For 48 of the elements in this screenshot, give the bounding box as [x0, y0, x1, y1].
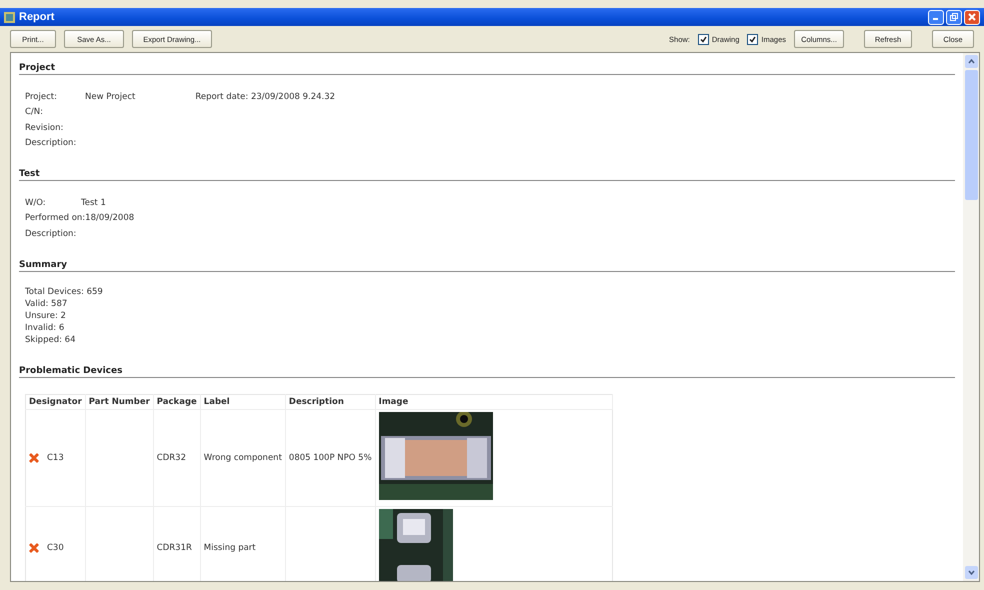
column-header: Part Number [85, 394, 154, 409]
table-cell: C30 [47, 542, 64, 552]
column-header: Designator [26, 394, 86, 409]
summary-line: Valid: 587 [25, 298, 68, 310]
window-title: Report [19, 11, 54, 23]
close-button[interactable] [964, 10, 980, 24]
field-label: C/N: [25, 107, 44, 118]
section-header: Problematic Devices [19, 362, 955, 378]
maximize-button[interactable] [946, 10, 962, 24]
field-label: Description: [25, 228, 76, 239]
error-icon [29, 542, 39, 552]
field-value: 18/09/2008 [85, 213, 134, 224]
column-header: Image [375, 394, 612, 409]
scroll-thumb[interactable] [964, 70, 978, 200]
report-date: Report date: 23/09/2008 9.24.32 [195, 92, 336, 102]
minimize-button[interactable] [928, 10, 944, 24]
field-label: Performed on: [25, 213, 86, 224]
table-cell: CDR31R [156, 542, 192, 552]
column-header: Description [285, 394, 376, 409]
scroll-down-icon[interactable] [968, 570, 974, 575]
summary-line: Total Devices: 659 [25, 286, 104, 298]
scroll-up-icon[interactable] [968, 59, 974, 64]
table-cell: Wrong component [204, 452, 282, 462]
scrollbar[interactable] [963, 53, 979, 581]
checkmark-icon [700, 36, 707, 42]
app-icon [4, 12, 15, 22]
restore-icon [950, 13, 958, 21]
summary-line: Unsure: 2 [25, 310, 67, 322]
error-icon [29, 452, 39, 462]
table-cell: Missing part [204, 542, 256, 552]
table-cell: C13 [47, 452, 64, 462]
table-cell: CDR32 [156, 452, 186, 462]
field-label: Description: [25, 138, 76, 148]
field-label: Revision: [25, 122, 64, 133]
section-header: Summary [19, 256, 955, 272]
checkmark-icon [749, 36, 756, 42]
field-label: W/O: [25, 198, 46, 208]
summary-line: Invalid: 6 [25, 322, 66, 334]
field-value: New Project [85, 92, 136, 102]
column-header: Label [200, 394, 286, 409]
summary-line: Skipped: 64 [25, 334, 76, 346]
column-header: Package [153, 394, 200, 409]
field-value: Test 1 [81, 198, 106, 208]
close-icon [968, 13, 976, 21]
section-header: Test [19, 165, 955, 181]
field-label: Project: [25, 92, 57, 102]
section-header: Project [19, 59, 955, 75]
table-cell: 0805 100P NPO 5% [288, 452, 372, 462]
